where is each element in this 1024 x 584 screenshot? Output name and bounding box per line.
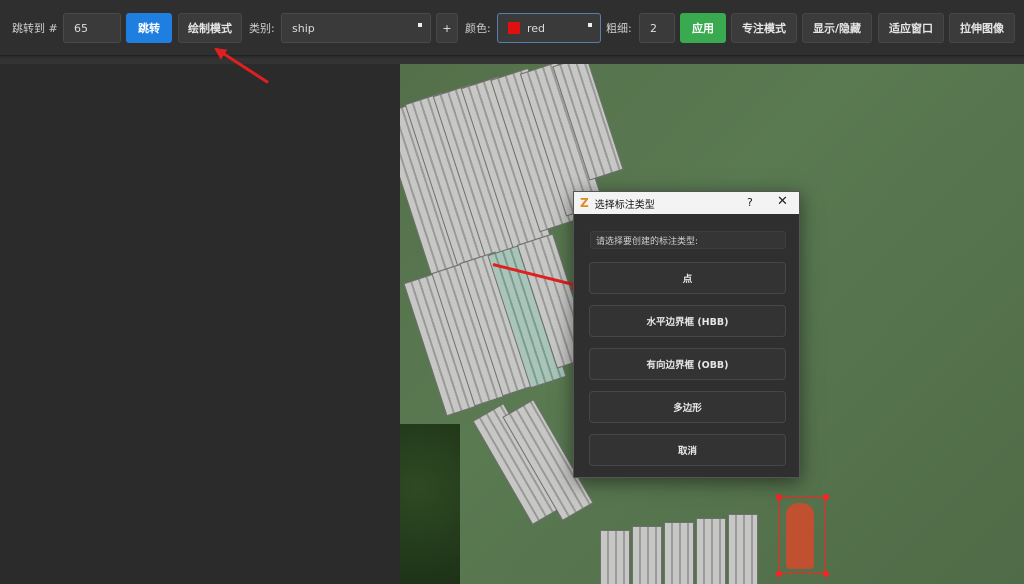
jump-button[interactable]: 跳转 <box>126 13 172 43</box>
fit-window-button[interactable]: 适应窗口 <box>878 13 944 43</box>
thickness-label: 粗细: <box>606 22 632 35</box>
toolbar: 跳转到 # 65 跳转 绘制模式 类别: ship + 颜色: red 粗细: … <box>0 0 1024 56</box>
thickness-input[interactable]: 2 <box>639 13 675 43</box>
dialog-title-bar: Z 选择标注类型 ? ✕ <box>574 192 799 214</box>
chevron-down-icon <box>418 23 422 27</box>
color-select[interactable]: red <box>497 13 601 43</box>
annotation-handle[interactable] <box>776 494 782 500</box>
draw-mode-button[interactable]: 绘制模式 <box>178 13 242 43</box>
help-icon[interactable]: ? <box>747 196 753 209</box>
canvas-area[interactable] <box>0 64 1024 584</box>
color-label: 颜色: <box>465 22 491 35</box>
annotation-type-dialog: Z 选择标注类型 ? ✕ 请选择要创建的标注类型: 点 水平边界框 (HBB) … <box>573 191 800 478</box>
cancel-button[interactable]: 取消 <box>589 434 786 466</box>
color-value: red <box>527 21 546 35</box>
jump-index-input[interactable]: 65 <box>63 13 121 43</box>
focus-mode-button[interactable]: 专注模式 <box>731 13 797 43</box>
dialog-prompt: 请选择要创建的标注类型: <box>590 231 786 249</box>
app-logo-icon: Z <box>580 196 589 210</box>
barge <box>664 522 694 584</box>
add-category-button[interactable]: + <box>436 13 458 43</box>
obb-option-button[interactable]: 有向边界框 (OBB) <box>589 348 786 380</box>
category-label: 类别: <box>249 22 275 35</box>
chevron-down-icon <box>588 23 592 27</box>
category-select[interactable]: ship <box>281 13 431 43</box>
barge <box>728 514 758 584</box>
jump-to-label: 跳转到 # <box>12 22 58 35</box>
dialog-title: 选择标注类型 <box>594 199 655 211</box>
barge <box>696 518 726 584</box>
color-swatch-icon <box>508 22 520 34</box>
tree-cluster <box>400 424 460 584</box>
barge <box>632 526 662 584</box>
point-option-button[interactable]: 点 <box>589 262 786 294</box>
barge <box>600 530 630 584</box>
polygon-option-button[interactable]: 多边形 <box>589 391 786 423</box>
category-value: ship <box>292 21 315 35</box>
hbb-option-button[interactable]: 水平边界框 (HBB) <box>589 305 786 337</box>
close-icon[interactable]: ✕ <box>777 194 788 209</box>
annotation-handle[interactable] <box>823 494 829 500</box>
apply-button[interactable]: 应用 <box>680 13 726 43</box>
stretch-image-button[interactable]: 拉伸图像 <box>949 13 1015 43</box>
annotation-bounding-box[interactable] <box>779 497 826 574</box>
annotation-handle[interactable] <box>776 571 782 577</box>
annotation-handle[interactable] <box>823 571 829 577</box>
show-hide-button[interactable]: 显示/隐藏 <box>802 13 872 43</box>
